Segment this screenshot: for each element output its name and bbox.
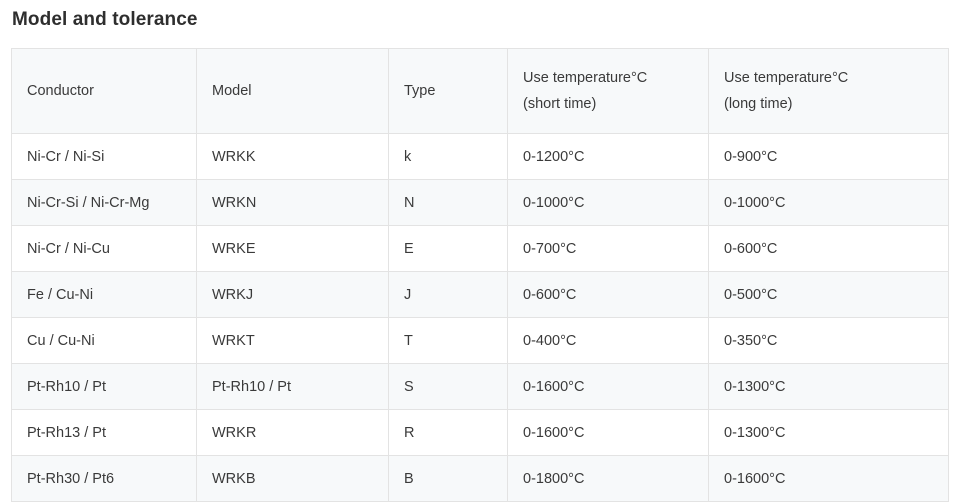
column-header-type: Type (388, 48, 508, 134)
cell-short-time: 0-1600°C (507, 409, 709, 456)
cell-short-time: 0-1000°C (507, 179, 709, 226)
column-header-model: Model (196, 48, 389, 134)
cell-conductor: Pt-Rh13 / Pt (11, 409, 197, 456)
cell-type: E (388, 225, 508, 272)
page-title: Model and tolerance (12, 9, 198, 30)
table-row: Pt-Rh13 / Pt WRKR R 0-1600°C 0-1300°C (11, 409, 949, 456)
column-header-short-time-line2: (short time) (523, 96, 597, 112)
cell-model: WRKJ (196, 271, 389, 318)
table-row: Ni-Cr-Si / Ni-Cr-Mg WRKN N 0-1000°C 0-1000°C (11, 179, 949, 226)
cell-type: S (388, 363, 508, 410)
table-row: Pt-Rh10 / Pt Pt-Rh10 / Pt S 0-1600°C 0-1300°… (11, 363, 949, 410)
cell-model: WRKR (196, 409, 389, 456)
table-row: Ni-Cr / Ni-Cu WRKE E 0-700°C 0-600°C (11, 225, 949, 272)
model-tolerance-table-wrapper: Conductor Model Type Use temperature°C (… (11, 48, 949, 502)
column-header-long-time-line1: Use temperature°C (724, 70, 849, 86)
column-header-type-line1: Type (404, 83, 436, 99)
cell-short-time: 0-1800°C (507, 455, 709, 502)
cell-type: J (388, 271, 508, 318)
cell-type: R (388, 409, 508, 456)
page-root: Model and tolerance Conductor Model Type… (0, 0, 955, 502)
cell-long-time: 0-500°C (708, 271, 949, 318)
cell-conductor: Ni-Cr / Ni-Si (11, 133, 197, 180)
column-header-long-time-line2: (long time) (724, 96, 793, 112)
cell-model: Pt-Rh10 / Pt (196, 363, 389, 410)
cell-model: WRKB (196, 455, 389, 502)
cell-type: N (388, 179, 508, 226)
cell-conductor: Ni-Cr / Ni-Cu (11, 225, 197, 272)
cell-long-time: 0-1600°C (708, 455, 949, 502)
cell-conductor: Fe / Cu-Ni (11, 271, 197, 318)
cell-conductor: Cu / Cu-Ni (11, 317, 197, 364)
cell-model: WRKN (196, 179, 389, 226)
table-row: Fe / Cu-Ni WRKJ J 0-600°C 0-500°C (11, 271, 949, 318)
table-header-row: Conductor Model Type Use temperature°C (… (11, 48, 949, 134)
cell-long-time: 0-1000°C (708, 179, 949, 226)
table-row: Pt-Rh30 / Pt6 WRKB B 0-1800°C 0-1600°C (11, 455, 949, 502)
column-header-use-temperature-long-time: Use temperature°C (long time) (708, 48, 949, 134)
column-header-model-line1: Model (212, 83, 252, 99)
cell-long-time: 0-1300°C (708, 409, 949, 456)
cell-model: WRKE (196, 225, 389, 272)
cell-long-time: 0-600°C (708, 225, 949, 272)
cell-type: T (388, 317, 508, 364)
cell-short-time: 0-1200°C (507, 133, 709, 180)
cell-short-time: 0-1600°C (507, 363, 709, 410)
table-header: Conductor Model Type Use temperature°C (… (11, 48, 949, 134)
table-body: Ni-Cr / Ni-Si WRKK k 0-1200°C 0-900°C Ni-Cr-S… (11, 133, 949, 502)
cell-model: WRKT (196, 317, 389, 364)
cell-conductor: Pt-Rh10 / Pt (11, 363, 197, 410)
cell-conductor: Ni-Cr-Si / Ni-Cr-Mg (11, 179, 197, 226)
cell-short-time: 0-700°C (507, 225, 709, 272)
cell-type: B (388, 455, 508, 502)
cell-short-time: 0-400°C (507, 317, 709, 364)
column-header-use-temperature-short-time: Use temperature°C (short time) (507, 48, 709, 134)
column-header-conductor: Conductor (11, 48, 197, 134)
cell-short-time: 0-600°C (507, 271, 709, 318)
table-row: Ni-Cr / Ni-Si WRKK k 0-1200°C 0-900°C (11, 133, 949, 180)
cell-long-time: 0-350°C (708, 317, 949, 364)
cell-conductor: Pt-Rh30 / Pt6 (11, 455, 197, 502)
model-tolerance-table: Conductor Model Type Use temperature°C (… (11, 48, 949, 502)
cell-type: k (388, 133, 508, 180)
column-header-conductor-line1: Conductor (27, 83, 94, 99)
cell-model: WRKK (196, 133, 389, 180)
cell-long-time: 0-1300°C (708, 363, 949, 410)
cell-long-time: 0-900°C (708, 133, 949, 180)
table-row: Cu / Cu-Ni WRKT T 0-400°C 0-350°C (11, 317, 949, 364)
column-header-short-time-line1: Use temperature°C (523, 70, 648, 86)
